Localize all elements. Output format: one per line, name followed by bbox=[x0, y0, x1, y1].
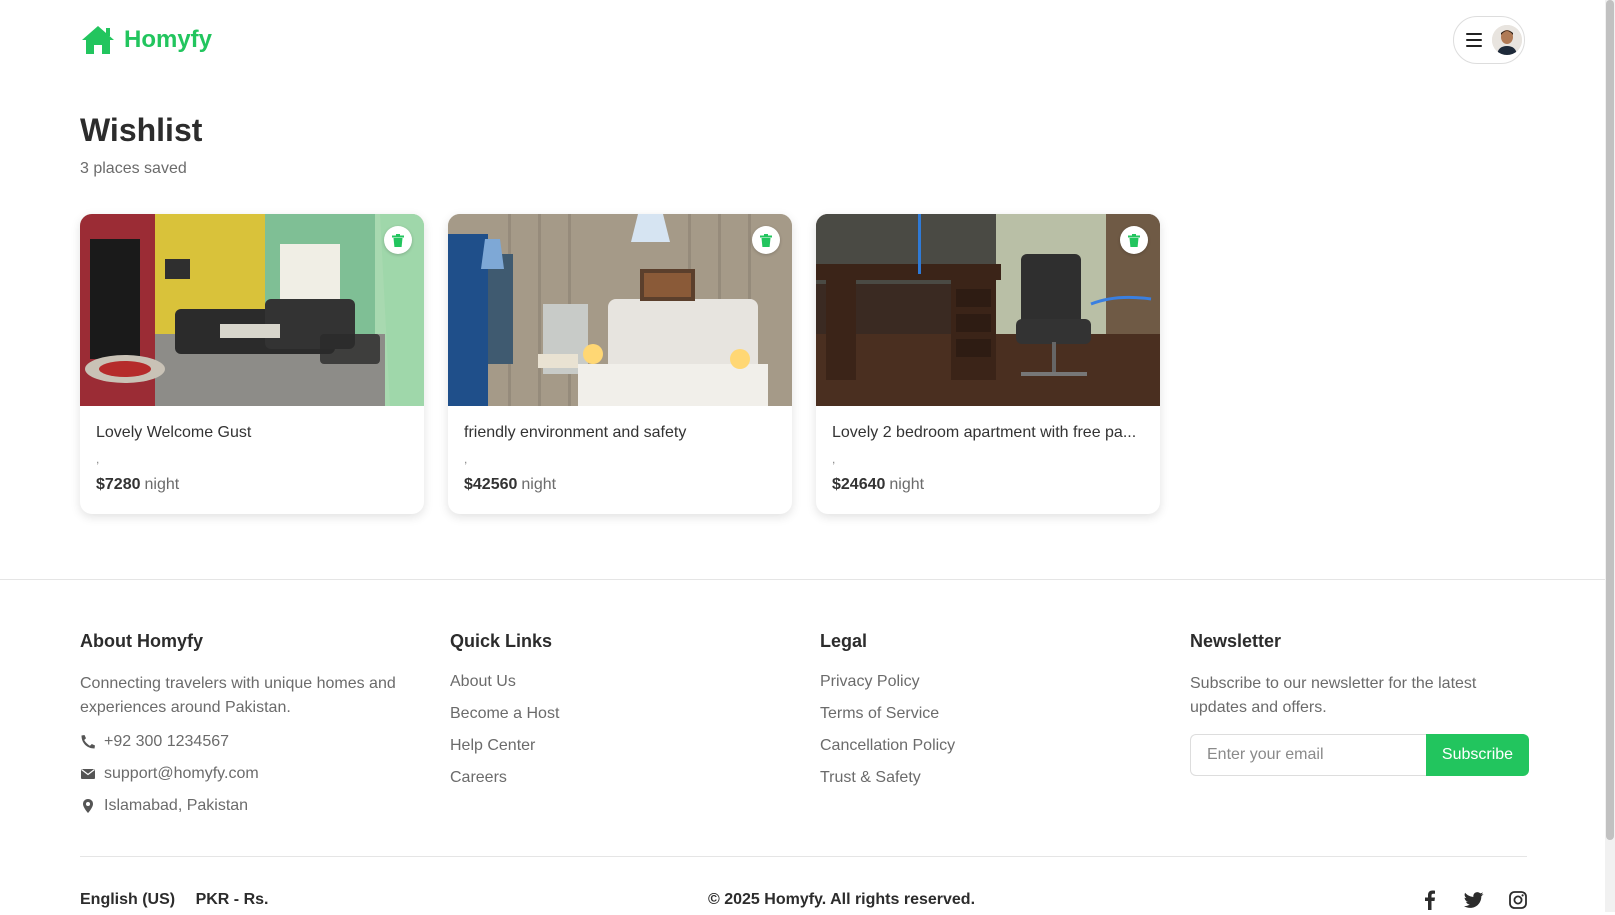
twitter-icon[interactable] bbox=[1463, 890, 1484, 910]
footer-link-careers[interactable]: Careers bbox=[450, 768, 790, 788]
remove-from-wishlist-button[interactable] bbox=[384, 226, 412, 254]
footer-about: About Homyfy Connecting travelers with u… bbox=[80, 628, 420, 814]
trash-icon bbox=[1128, 233, 1140, 247]
footer-link-become-host[interactable]: Become a Host bbox=[450, 704, 790, 724]
phone-number: +92 300 1234567 bbox=[104, 733, 230, 750]
email-address: support@homyfy.com bbox=[104, 765, 259, 782]
locale-settings: English (US) PKR - Rs. bbox=[80, 891, 284, 909]
contact-email: support@homyfy.com bbox=[80, 765, 420, 782]
footer-divider bbox=[0, 579, 1605, 580]
price-amount: $42560 bbox=[464, 476, 518, 493]
listing-title: friendly environment and safety bbox=[464, 424, 687, 441]
footer-link-about-us[interactable]: About Us bbox=[450, 672, 790, 692]
listing-price: $7280 night bbox=[96, 476, 179, 494]
bedroom-photo[interactable] bbox=[448, 214, 792, 406]
newsletter-email-input[interactable] bbox=[1190, 734, 1426, 776]
listing-location: , bbox=[832, 452, 836, 466]
price-amount: $7280 bbox=[96, 476, 141, 493]
listing-location: , bbox=[464, 452, 468, 466]
footer-heading: Legal bbox=[820, 631, 868, 651]
listing-price: $42560 night bbox=[464, 476, 556, 494]
newsletter-text: Subscribe to our newsletter for the late… bbox=[1190, 675, 1477, 716]
newsletter-form: Subscribe bbox=[1190, 734, 1530, 776]
brand-logo[interactable]: Homyfy bbox=[80, 24, 212, 56]
top-navbar: Homyfy bbox=[0, 0, 1560, 82]
contact-phone: +92 300 1234567 bbox=[80, 733, 420, 750]
office-desk-photo[interactable] bbox=[816, 214, 1160, 406]
remove-from-wishlist-button[interactable] bbox=[752, 226, 780, 254]
facebook-icon[interactable] bbox=[1420, 890, 1440, 910]
about-text: Connecting travelers with unique homes a… bbox=[80, 675, 396, 716]
scrollbar-thumb[interactable] bbox=[1606, 0, 1614, 840]
listing-card[interactable]: friendly environment and safety , $42560… bbox=[448, 214, 792, 514]
listing-price: $24640 night bbox=[832, 476, 924, 494]
contact-location: Islamabad, Pakistan bbox=[80, 797, 420, 814]
page-title: Wishlist bbox=[80, 112, 203, 148]
price-unit: night bbox=[889, 476, 925, 493]
user-menu-button[interactable] bbox=[1453, 16, 1525, 64]
footer-heading: Quick Links bbox=[450, 631, 553, 651]
social-links bbox=[1420, 890, 1528, 910]
listing-card[interactable]: Lovely 2 bedroom apartment with free pa.… bbox=[816, 214, 1160, 514]
footer-link-terms[interactable]: Terms of Service bbox=[820, 704, 1160, 724]
saved-count: 3 places saved bbox=[80, 160, 187, 177]
language-selector[interactable]: English (US) bbox=[80, 891, 175, 908]
instagram-icon[interactable] bbox=[1508, 890, 1528, 910]
location-text: Islamabad, Pakistan bbox=[104, 797, 249, 814]
copyright-text: © 2025 Homyfy. All rights reserved. bbox=[708, 891, 976, 908]
currency-selector[interactable]: PKR - Rs. bbox=[196, 891, 269, 908]
footer-heading: Newsletter bbox=[1190, 631, 1282, 651]
listing-card[interactable]: Lovely Welcome Gust , $7280 night bbox=[80, 214, 424, 514]
living-room-photo[interactable] bbox=[80, 214, 424, 406]
envelope-icon bbox=[81, 769, 95, 779]
phone-icon bbox=[81, 735, 95, 749]
price-unit: night bbox=[521, 476, 557, 493]
footer-link-trust-safety[interactable]: Trust & Safety bbox=[820, 768, 1160, 788]
listing-title: Lovely Welcome Gust bbox=[96, 424, 252, 441]
footer-bottom-divider bbox=[80, 856, 1527, 857]
footer-newsletter: Newsletter Subscribe to our newsletter f… bbox=[1190, 628, 1530, 776]
hamburger-icon bbox=[1466, 33, 1482, 47]
home-icon bbox=[82, 26, 114, 54]
trash-icon bbox=[392, 233, 404, 247]
price-amount: $24640 bbox=[832, 476, 886, 493]
user-avatar bbox=[1492, 25, 1522, 55]
page-scrollbar[interactable] bbox=[1605, 0, 1615, 912]
remove-from-wishlist-button[interactable] bbox=[1120, 226, 1148, 254]
trash-icon bbox=[760, 233, 772, 247]
brand-name: Homyfy bbox=[124, 26, 213, 53]
footer-quick-links: Quick Links About Us Become a Host Help … bbox=[450, 628, 790, 800]
footer-link-cancellation[interactable]: Cancellation Policy bbox=[820, 736, 1160, 756]
map-pin-icon bbox=[83, 799, 93, 813]
footer-heading: About Homyfy bbox=[80, 631, 203, 651]
footer-legal: Legal Privacy Policy Terms of Service Ca… bbox=[820, 628, 1160, 800]
listing-title: Lovely 2 bedroom apartment with free pa.… bbox=[832, 424, 1137, 441]
footer-link-help-center[interactable]: Help Center bbox=[450, 736, 790, 756]
subscribe-button[interactable]: Subscribe bbox=[1426, 734, 1529, 776]
price-unit: night bbox=[144, 476, 180, 493]
footer-link-privacy[interactable]: Privacy Policy bbox=[820, 672, 1160, 692]
listing-location: , bbox=[96, 452, 100, 466]
